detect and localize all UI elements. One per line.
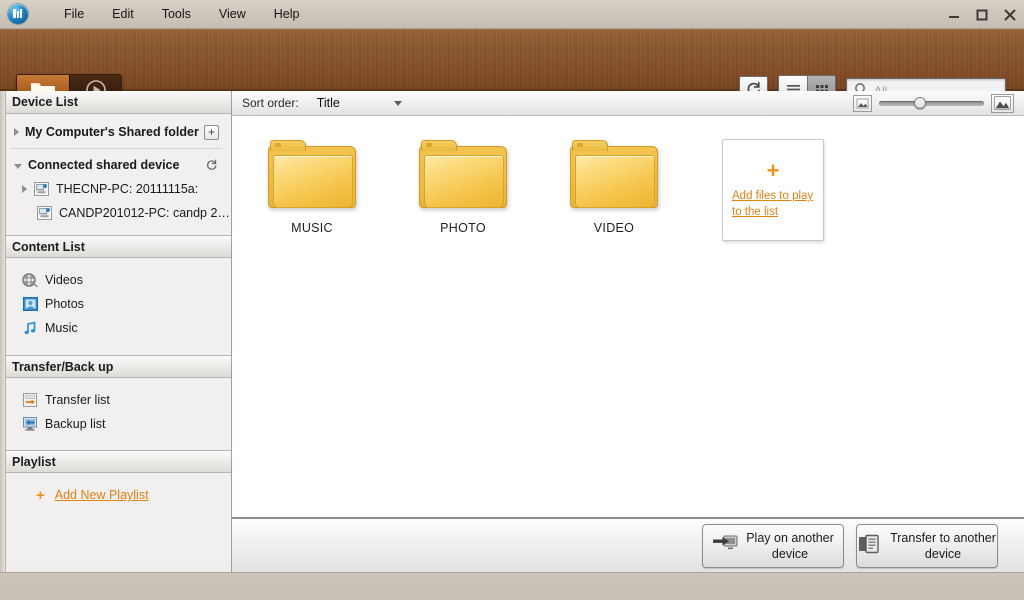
sidebar-section-header-transfer-backup: Transfer/Back up xyxy=(0,355,231,378)
chevron-right-icon[interactable] xyxy=(22,185,27,193)
folder-item-video[interactable]: VIDEO xyxy=(562,140,666,235)
sidebar-item-label: Backup list xyxy=(45,417,106,431)
play-to-device-icon xyxy=(712,533,738,558)
play-on-another-device-button[interactable]: Play on another device xyxy=(702,523,844,568)
sidebar-section-header-playlist: Playlist xyxy=(0,450,231,473)
sidebar-section-device-list: My Computer's Shared folder + Connected … xyxy=(0,114,231,235)
plus-icon: + xyxy=(766,158,780,184)
shared-computer-icon xyxy=(36,205,52,221)
sidebar-section-playlist: + Add New Playlist xyxy=(0,473,231,558)
sidebar-item-my-computer-shared-folder[interactable]: My Computer's Shared folder + xyxy=(0,120,231,144)
slider-track xyxy=(879,100,984,106)
chevron-down-icon[interactable] xyxy=(393,100,402,106)
button-label: Transfer to another device xyxy=(890,530,996,562)
window-controls xyxy=(946,0,1018,29)
large-thumbnail-icon[interactable] xyxy=(991,93,1014,113)
folder-icon xyxy=(570,140,658,210)
title-bar: File Edit Tools View Help xyxy=(0,0,1024,29)
sidebar-item-transfer-list[interactable]: Transfer list xyxy=(0,388,231,412)
thumbnail-size-control xyxy=(853,93,1014,113)
content-area: Sort order: Title MUSIC PHOTO VIDEO + Ad… xyxy=(232,91,1024,572)
sidebar-divider xyxy=(10,148,221,149)
toolbar-highlight xyxy=(0,29,1024,30)
folder-icon xyxy=(268,140,356,210)
menu-item-tools[interactable]: Tools xyxy=(148,3,205,25)
wood-toolbar xyxy=(0,29,1024,108)
sort-order-value[interactable]: Title xyxy=(317,96,340,110)
menu-item-help[interactable]: Help xyxy=(260,3,314,25)
maximize-icon[interactable] xyxy=(974,7,990,23)
add-files-label[interactable]: Add files to play to the list xyxy=(732,189,814,219)
folder-label: MUSIC xyxy=(291,221,333,235)
add-files-line2: to the list xyxy=(732,205,779,218)
add-shared-folder-button[interactable]: + xyxy=(204,124,219,140)
chevron-down-icon[interactable] xyxy=(14,164,22,169)
app-logo-icon xyxy=(8,4,28,24)
sidebar-section-header-content-list: Content List xyxy=(0,235,231,258)
small-thumbnail-icon[interactable] xyxy=(853,94,872,112)
sidebar-item-label[interactable]: Add New Playlist xyxy=(55,488,149,502)
sidebar-item-label: Connected shared device xyxy=(28,158,180,172)
sidebar-item-label: My Computer's Shared folder xyxy=(25,125,199,139)
sidebar-item-music[interactable]: Music xyxy=(0,316,231,340)
menu-item-view[interactable]: View xyxy=(205,3,260,25)
sidebar-item-photos[interactable]: Photos xyxy=(0,292,231,316)
sidebar-item-connected-shared-device[interactable]: Connected shared device xyxy=(0,153,231,177)
button-label-line1: Play on another xyxy=(746,530,834,545)
transfer-icon xyxy=(22,392,38,408)
backup-icon xyxy=(22,416,38,432)
sidebar-item-device-thecnp-pc[interactable]: THECNP-PC: 20111115a: xyxy=(0,177,231,201)
film-reel-icon xyxy=(22,272,38,288)
sidebar-edge-strip xyxy=(0,91,6,572)
folder-item-music[interactable]: MUSIC xyxy=(260,140,364,235)
sidebar-item-videos[interactable]: Videos xyxy=(0,268,231,292)
add-files-line1: Add files to play xyxy=(732,190,814,203)
folder-icon xyxy=(419,140,507,210)
folder-label: PHOTO xyxy=(440,221,486,235)
sidebar-section-content-list: Videos Photos Music xyxy=(0,258,231,355)
button-label: Play on another device xyxy=(746,530,834,562)
sidebar-section-transfer-backup: Transfer list Backup list xyxy=(0,378,231,450)
sidebar-item-label: CANDP201012-PC: candp 2… xyxy=(59,206,230,220)
footer-bar: Play on another device Transfer to anoth… xyxy=(232,518,1024,572)
shared-computer-icon xyxy=(33,181,49,197)
window-bottom-strip xyxy=(0,572,1024,600)
sidebar-item-device-candp201012-pc[interactable]: CANDP201012-PC: candp 2… xyxy=(0,201,231,225)
chevron-right-icon[interactable] xyxy=(14,128,19,136)
menu-bar: File Edit Tools View Help xyxy=(50,3,313,25)
button-label-line1: Transfer to another xyxy=(890,530,996,545)
sidebar-section-header-device-list: Device List xyxy=(0,91,231,114)
sidebar-item-label: Transfer list xyxy=(45,393,110,407)
plus-orange-icon: + xyxy=(36,486,45,504)
music-note-icon xyxy=(22,320,38,336)
transfer-to-another-device-button[interactable]: Transfer to another device xyxy=(856,523,998,568)
thumbnail-size-slider[interactable] xyxy=(879,97,984,109)
sidebar-item-label: Music xyxy=(45,321,78,335)
slider-handle[interactable] xyxy=(914,97,926,109)
refresh-devices-button[interactable] xyxy=(204,158,218,172)
sidebar-item-label: THECNP-PC: 20111115a: xyxy=(56,182,199,196)
folder-label: VIDEO xyxy=(593,221,635,235)
button-label-line2: device xyxy=(924,546,962,561)
sidebar: Device List My Computer's Shared folder … xyxy=(0,91,232,572)
add-files-tile[interactable]: + Add files to play to the list xyxy=(722,139,824,241)
minimize-icon[interactable] xyxy=(946,7,962,23)
close-icon[interactable] xyxy=(1002,7,1018,23)
folder-grid: MUSIC PHOTO VIDEO + Add files to play to… xyxy=(232,116,1024,241)
transfer-to-device-icon xyxy=(858,533,882,558)
application-window: File Edit Tools View Help All Device Lis… xyxy=(0,0,1024,600)
photo-icon xyxy=(22,296,38,312)
sidebar-item-label: Videos xyxy=(45,273,83,287)
sidebar-item-backup-list[interactable]: Backup list xyxy=(0,412,231,436)
button-label-line2: device xyxy=(771,546,809,561)
menu-item-edit[interactable]: Edit xyxy=(98,3,148,25)
sort-bar: Sort order: Title xyxy=(232,91,1024,116)
folder-item-photo[interactable]: PHOTO xyxy=(411,140,515,235)
sidebar-item-add-new-playlist[interactable]: + Add New Playlist xyxy=(0,483,231,507)
sort-order-label: Sort order: xyxy=(242,96,299,110)
menu-item-file[interactable]: File xyxy=(50,3,98,25)
sidebar-item-label: Photos xyxy=(45,297,84,311)
